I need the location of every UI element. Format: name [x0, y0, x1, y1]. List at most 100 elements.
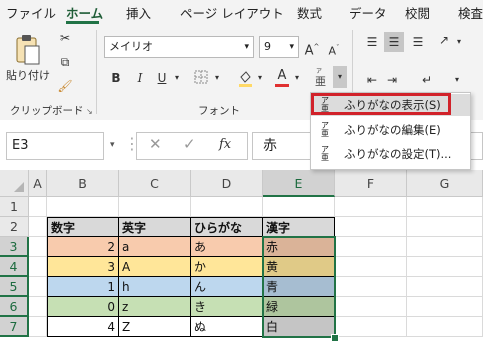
- shrink-font-button[interactable]: Aˇ: [325, 40, 343, 60]
- table-cell-hiragana[interactable]: か: [191, 257, 263, 277]
- decrease-indent-icon[interactable]: ⇤: [364, 72, 380, 88]
- grid-cell[interactable]: [407, 217, 483, 237]
- table-cell-english[interactable]: Z: [119, 317, 191, 337]
- grid-cell[interactable]: [29, 277, 47, 297]
- column-header-g[interactable]: G: [407, 170, 483, 197]
- tab-formulas[interactable]: 数式: [297, 3, 322, 22]
- tab-inspect[interactable]: 検査: [458, 3, 483, 22]
- chevron-down-icon[interactable]: ▾: [110, 140, 115, 150]
- grid-cell[interactable]: [47, 197, 119, 217]
- italic-button[interactable]: I: [132, 70, 148, 86]
- font-size-dropdown[interactable]: 9 ▾: [259, 36, 299, 58]
- row-header-4[interactable]: 4: [0, 257, 29, 277]
- table-cell-kanji[interactable]: 青: [263, 277, 335, 297]
- tab-data[interactable]: データ: [349, 3, 387, 22]
- borders-button[interactable]: [192, 69, 210, 89]
- font-name-dropdown[interactable]: メイリオ ▾: [104, 36, 254, 58]
- grid-cell[interactable]: [119, 197, 191, 217]
- grid-cell[interactable]: [335, 257, 407, 277]
- table-cell-kanji[interactable]: 黄: [263, 257, 335, 277]
- table-cell-number[interactable]: 1: [47, 277, 119, 297]
- align-middle-icon[interactable]: ☰: [384, 32, 404, 52]
- grid-cell[interactable]: [407, 257, 483, 277]
- chevron-down-icon[interactable]: ▾: [172, 70, 182, 86]
- confirm-icon[interactable]: ✓: [183, 135, 196, 153]
- grid-cell[interactable]: [191, 197, 263, 217]
- table-cell-hiragana[interactable]: ん: [191, 277, 263, 297]
- paste-button[interactable]: [12, 32, 42, 66]
- tab-page-layout[interactable]: ページ レイアウト: [180, 3, 284, 22]
- select-all-corner[interactable]: [0, 170, 29, 197]
- table-cell-hiragana[interactable]: ぬ: [191, 317, 263, 337]
- chevron-down-icon[interactable]: ▾: [454, 34, 464, 50]
- table-cell-hiragana[interactable]: き: [191, 297, 263, 317]
- bold-button[interactable]: B: [108, 70, 124, 86]
- table-header-english[interactable]: 英字: [119, 217, 191, 237]
- table-cell-english[interactable]: h: [119, 277, 191, 297]
- grid-cell[interactable]: [407, 317, 483, 337]
- column-header-a[interactable]: A: [29, 170, 47, 197]
- furigana-dropdown-button[interactable]: ▾: [333, 66, 347, 88]
- align-bottom-icon[interactable]: ☰: [410, 34, 426, 50]
- align-top-icon[interactable]: ☰: [364, 34, 380, 50]
- grid-cell[interactable]: [407, 297, 483, 317]
- row-header-6[interactable]: 6: [0, 297, 29, 317]
- grid-cell[interactable]: [29, 317, 47, 337]
- grid-cell[interactable]: [407, 277, 483, 297]
- underline-button[interactable]: U: [154, 70, 170, 86]
- increase-indent-icon[interactable]: ⇥: [384, 72, 400, 88]
- table-cell-english[interactable]: z: [119, 297, 191, 317]
- table-cell-hiragana[interactable]: あ: [191, 237, 263, 257]
- column-header-b[interactable]: B: [47, 170, 119, 197]
- table-cell-english[interactable]: a: [119, 237, 191, 257]
- font-color-button[interactable]: A: [273, 68, 291, 87]
- cut-icon[interactable]: ✂: [57, 30, 73, 46]
- tab-insert[interactable]: 挿入: [126, 3, 151, 22]
- column-header-e[interactable]: E: [263, 170, 335, 197]
- grid-cell[interactable]: [29, 237, 47, 257]
- grid-cell[interactable]: [29, 217, 47, 237]
- chevron-down-icon[interactable]: ▾: [212, 70, 222, 86]
- fill-color-button[interactable]: [236, 69, 254, 91]
- grid-cell[interactable]: [263, 197, 335, 217]
- chevron-down-icon[interactable]: ▾: [255, 70, 265, 86]
- name-box[interactable]: E3: [6, 132, 104, 160]
- table-cell-kanji[interactable]: 緑: [263, 297, 335, 317]
- chevron-down-icon[interactable]: ▾: [452, 72, 462, 88]
- grid-cell[interactable]: [29, 297, 47, 317]
- format-painter-icon[interactable]: 🖌: [57, 78, 73, 94]
- grid-cell[interactable]: [335, 297, 407, 317]
- cancel-icon[interactable]: ✕: [149, 135, 162, 153]
- column-header-f[interactable]: F: [335, 170, 407, 197]
- orientation-icon[interactable]: ↗: [434, 32, 454, 48]
- table-header-hiragana[interactable]: ひらがな: [191, 217, 263, 237]
- table-cell-english[interactable]: A: [119, 257, 191, 277]
- grid-cell[interactable]: [29, 257, 47, 277]
- table-cell-number[interactable]: 4: [47, 317, 119, 337]
- wrap-text-icon[interactable]: ↵: [418, 72, 436, 88]
- menu-item-furigana-settings[interactable]: ア亜 ふりがなの設定(T)...: [311, 143, 470, 165]
- tab-file[interactable]: ファイル: [6, 3, 56, 22]
- table-cell-number[interactable]: 0: [47, 297, 119, 317]
- row-header-5[interactable]: 5: [0, 277, 29, 297]
- insert-function-icon[interactable]: fx: [219, 137, 231, 152]
- table-cell-number[interactable]: 2: [47, 237, 119, 257]
- table-cell-number[interactable]: 3: [47, 257, 119, 277]
- menu-item-edit-furigana[interactable]: ア亜 ふりがなの編集(E): [311, 119, 470, 141]
- column-header-c[interactable]: C: [119, 170, 191, 197]
- grid-cell[interactable]: [407, 197, 483, 217]
- grid-cell[interactable]: [335, 237, 407, 257]
- chevron-down-icon[interactable]: ▾: [292, 70, 302, 86]
- tab-home[interactable]: ホーム: [66, 3, 103, 22]
- row-header-7[interactable]: 7: [0, 317, 29, 337]
- paste-label[interactable]: 貼り付け: [4, 68, 52, 84]
- grid-cell[interactable]: [335, 317, 407, 337]
- grid-cell[interactable]: [407, 237, 483, 257]
- table-cell-kanji[interactable]: 赤: [263, 237, 335, 257]
- row-header-2[interactable]: 2: [0, 217, 29, 237]
- grid-cell[interactable]: [335, 277, 407, 297]
- column-header-d[interactable]: D: [191, 170, 263, 197]
- grow-font-button[interactable]: A^: [303, 39, 321, 59]
- grid-cell[interactable]: [29, 197, 47, 217]
- grid-cell[interactable]: [335, 217, 407, 237]
